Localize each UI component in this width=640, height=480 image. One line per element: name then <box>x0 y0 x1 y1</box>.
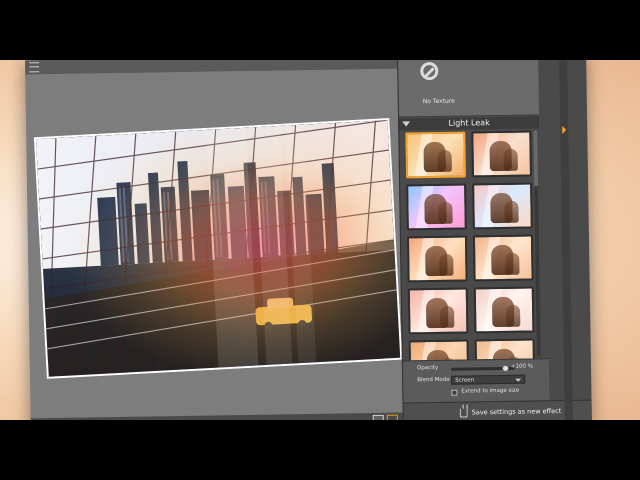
blend-mode-value: Screen <box>455 377 475 384</box>
no-entry-icon <box>420 61 439 81</box>
section-title[interactable]: Light Leak <box>399 116 540 131</box>
thumbnail-figure <box>503 148 518 171</box>
light-leak-thumbnail[interactable] <box>474 338 536 361</box>
collapse-arrow-icon[interactable] <box>402 121 411 127</box>
view-1-button[interactable] <box>372 414 384 420</box>
light-leak-thumbnail[interactable] <box>471 130 532 178</box>
extend-label: Extend to image size <box>461 387 520 395</box>
thumbnail-figure <box>437 149 452 172</box>
frame-corner-ornament <box>33 136 53 156</box>
flask-icon <box>459 408 468 418</box>
city-bridge-image <box>35 120 401 377</box>
light-leak-thumbnail[interactable] <box>472 234 534 282</box>
light-leak-thumbnail[interactable] <box>405 131 467 179</box>
extend-checkbox[interactable] <box>451 389 458 396</box>
light-leak-thumbnail[interactable] <box>473 286 535 334</box>
photo-preview <box>33 117 403 379</box>
blend-mode-select[interactable]: Screen <box>451 374 526 385</box>
section-title-text: Light Leak <box>448 118 490 128</box>
extend-row: Extend to image size <box>403 387 549 399</box>
thumbnail-grid <box>405 130 537 361</box>
blend-mode-label: Blend Mode <box>417 376 450 384</box>
light-leak-thumbnail[interactable] <box>407 287 469 335</box>
no-texture-tile[interactable]: No Texture <box>398 60 540 118</box>
no-texture-label: No Texture <box>422 97 455 106</box>
canvas-area <box>25 68 403 419</box>
chevron-down-icon <box>515 378 522 382</box>
thumbnail-figure <box>504 200 519 223</box>
thumbnail-figure <box>505 252 520 275</box>
thumbnail-figure <box>438 201 453 224</box>
frame-corner-ornament <box>383 341 403 361</box>
opacity-row: Opacity +100 % <box>403 363 549 375</box>
blend-mode-row: Blend Mode Screen <box>403 374 549 387</box>
app-window: No Texture Light Leak Opacity +100 % Ble… <box>25 60 592 420</box>
view-2-button[interactable] <box>386 414 398 420</box>
menu-icon[interactable] <box>29 62 40 73</box>
video-frame: No Texture Light Leak Opacity +100 % Ble… <box>0 60 640 420</box>
texture-controls: Opacity +100 % Blend Mode Screen Extend … <box>402 358 550 404</box>
opacity-label: Opacity <box>416 364 439 372</box>
thumbnail-figure <box>440 305 455 328</box>
light-leak-thumbnail[interactable] <box>406 183 467 231</box>
light-leak-thumbnail[interactable] <box>472 182 533 230</box>
opacity-value: +100 % <box>510 363 534 370</box>
light-leak-thumbnail[interactable] <box>408 339 470 361</box>
light-leak-thumbnail[interactable] <box>406 235 468 283</box>
thumbnail-figure <box>439 253 454 276</box>
opacity-slider-thumb[interactable] <box>501 364 510 372</box>
frame-corner-ornament <box>45 359 65 379</box>
frame-corner-ornament <box>371 117 391 137</box>
save-settings-label: Save settings as new effect <box>471 407 562 417</box>
thumbnail-figure <box>506 304 521 327</box>
